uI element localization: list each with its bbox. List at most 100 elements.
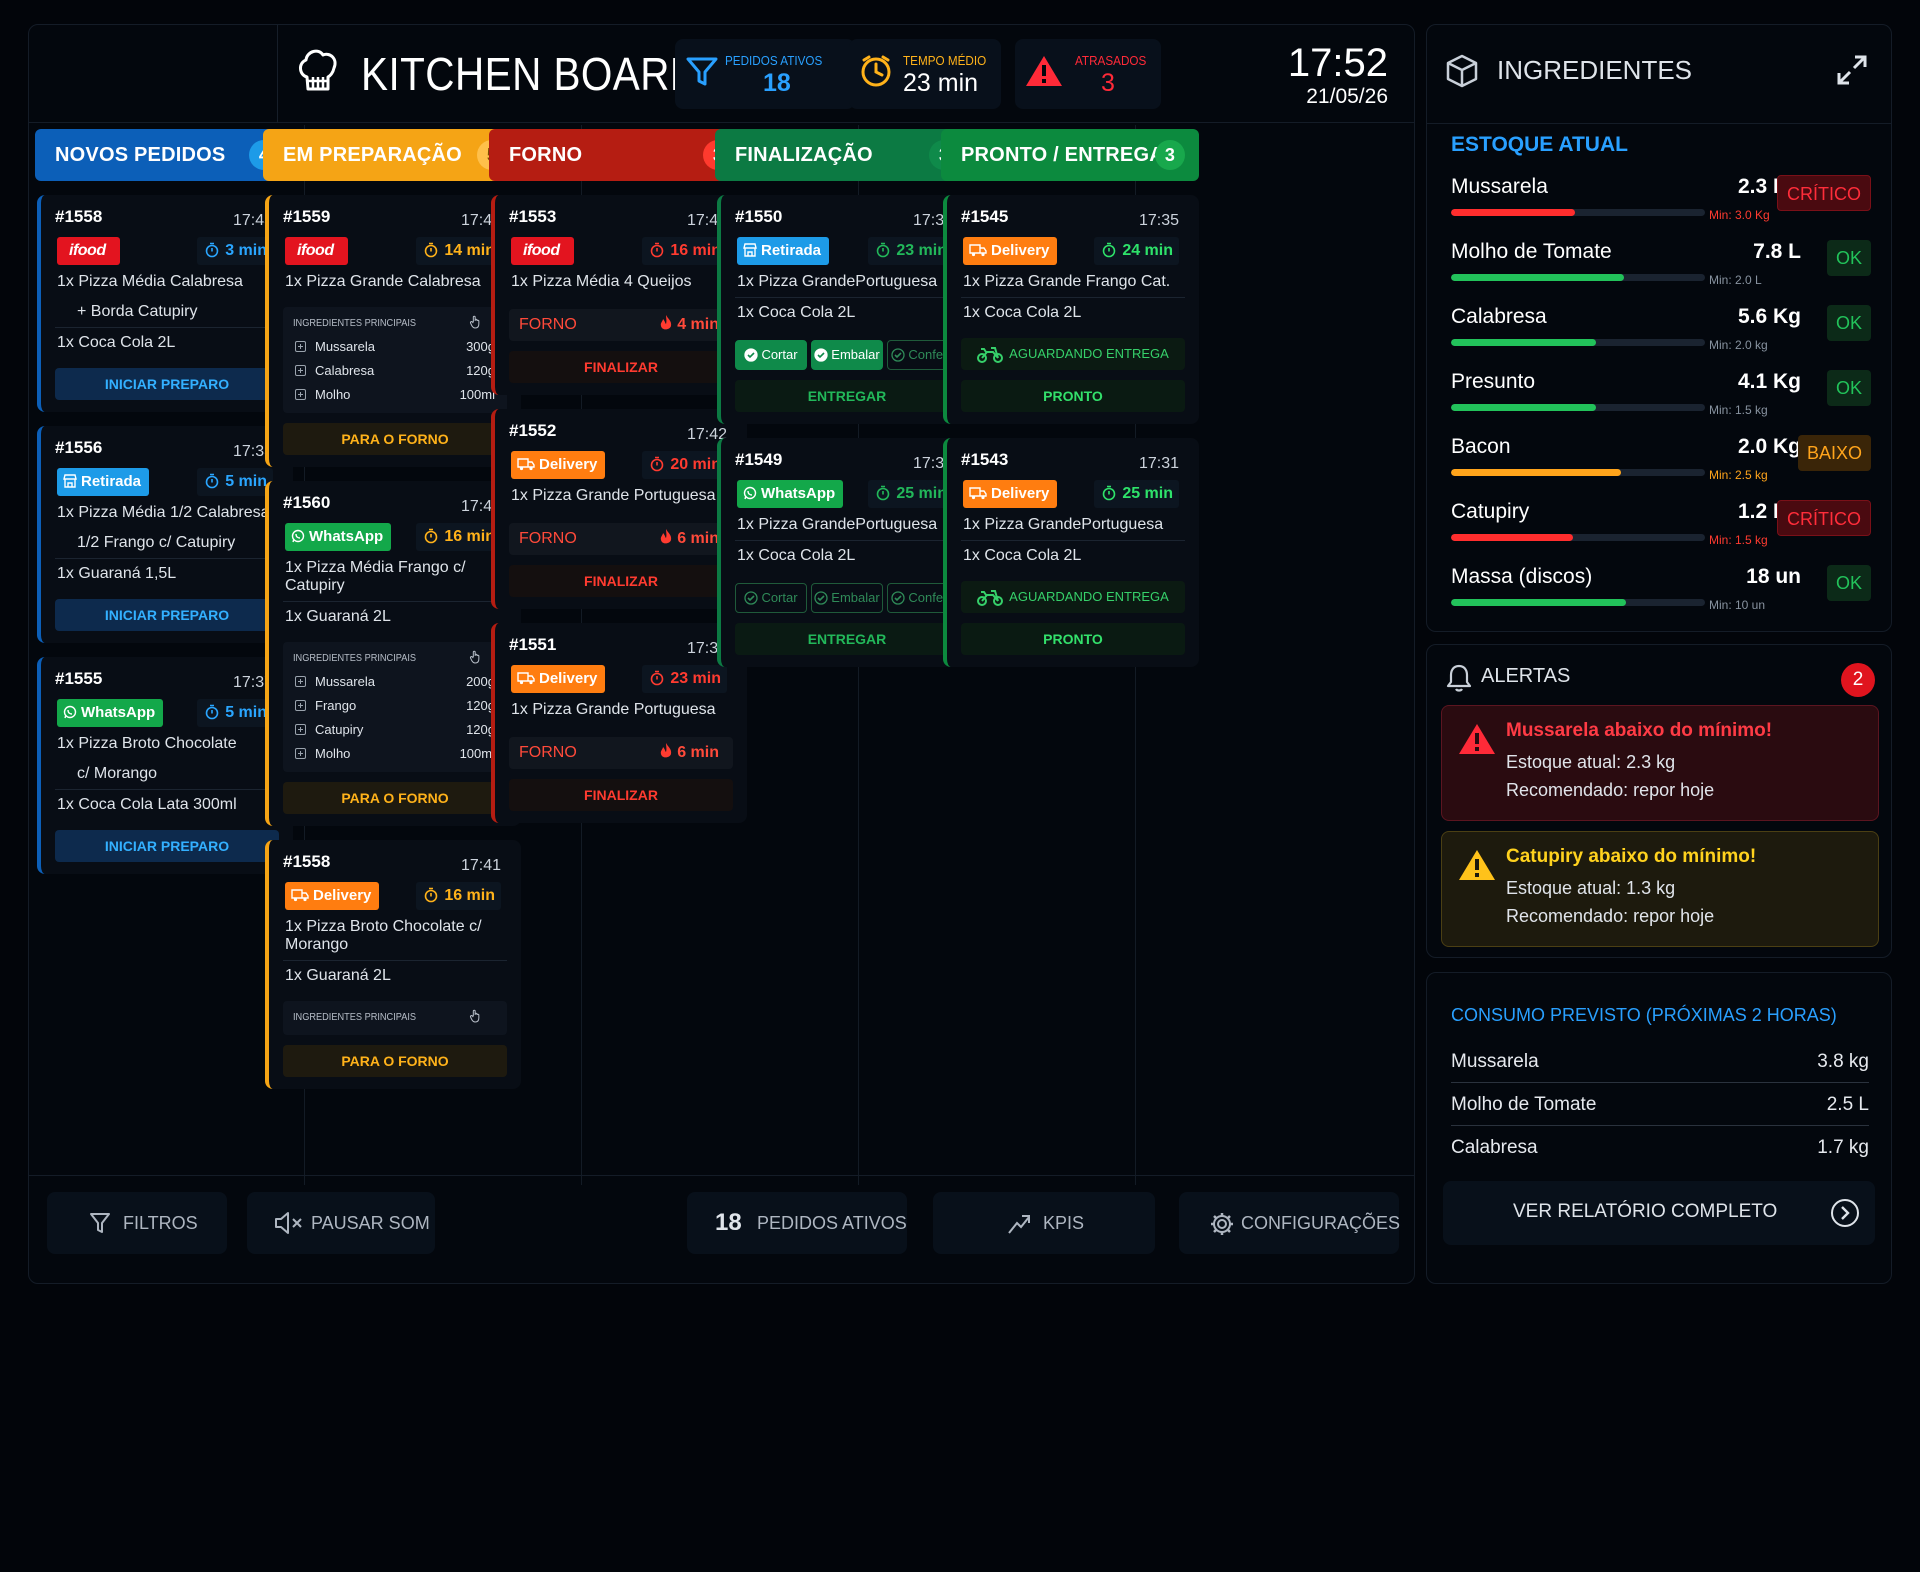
ingredients-box[interactable]: INGREDIENTES PRINCIPAIS Mussarela 300g Cala… (283, 307, 507, 413)
consumption-value: 1.7 kg (1817, 1137, 1869, 1158)
consumption-name: Mussarela (1451, 1051, 1539, 1072)
order-card[interactable]: #1560 17:45 WhatsApp 16 min 1x Pizza Média F… (265, 481, 521, 826)
card-action-button[interactable]: PRONTO (961, 623, 1185, 655)
order-card[interactable]: #1550 17:37 Retirada 23 min 1x Pizza GrandeP… (717, 195, 973, 424)
page-title: KITCHEN BOARD (361, 48, 700, 100)
column-header: FORNO3 (489, 129, 747, 181)
ingredients-panel: INGREDIENTES ESTOQUE ATUAL Mussarela 2.3 … (1426, 24, 1892, 632)
alert-card[interactable]: Mussarela abaixo do mínimo! Estoque atua… (1441, 705, 1879, 821)
stat-value: 23 min (903, 69, 979, 97)
stock-level-fill (1451, 599, 1627, 606)
check-label: Cortar (761, 347, 798, 362)
oven-label: FORNO (519, 744, 577, 761)
card-action-button[interactable]: INICIAR PREPARO (55, 599, 279, 631)
source-label: ifood (523, 242, 560, 259)
warning-icon (1025, 54, 1063, 88)
delivery-status: AGUARDANDO ENTREGA (961, 581, 1185, 613)
card-action-button[interactable]: FINALIZAR (509, 779, 733, 811)
check-cortar[interactable]: Cortar (735, 340, 807, 370)
order-meta: Delivery 25 min (961, 480, 1185, 510)
source-label: WhatsApp (761, 485, 836, 502)
order-card[interactable]: #1545 17:35 Delivery 24 min 1x Pizza Grande … (943, 195, 1199, 424)
check-embalar[interactable]: Embalar (811, 583, 883, 613)
settings-button[interactable]: CONFIGURAÇÕES (1179, 1192, 1400, 1254)
truck-icon (291, 887, 313, 904)
stock-level-fill (1451, 339, 1596, 346)
order-card[interactable]: #1543 17:31 Delivery 25 min 1x Pizza GrandeP… (943, 438, 1199, 667)
stock-status-badge: OK (1826, 370, 1871, 406)
stock-minimum: Min: 2.0 L (1709, 273, 1762, 287)
consumption-name: Calabresa (1451, 1137, 1538, 1158)
timer-value: 3 min (225, 242, 267, 259)
card-action-button[interactable]: PRONTO (961, 380, 1185, 412)
check-embalar[interactable]: Embalar (811, 340, 883, 370)
card-action-button[interactable]: INICIAR PREPARO (55, 368, 279, 400)
card-action-button[interactable]: ENTREGAR (735, 380, 959, 412)
source-badge-ifood: ifood (511, 237, 574, 265)
card-action-button[interactable]: FINALIZAR (509, 351, 733, 383)
order-item: 1x Pizza Média 1/2 Calabresa (57, 504, 270, 521)
order-card[interactable]: #1553 17:45 ifood 16 min 1x Pizza Média 4 Qu… (491, 195, 747, 395)
order-meta: Retirada 23 min (735, 237, 959, 267)
column-title: FORNO (509, 144, 583, 166)
order-card[interactable]: #1555 17:37 WhatsApp 5 min 1x Pizza Broto Ch… (37, 657, 293, 874)
source-label: Delivery (539, 456, 598, 473)
stock-name: Bacon (1451, 435, 1511, 458)
mute-sound-button[interactable]: PAUSAR SOM (247, 1192, 435, 1254)
ingredients-title: INGREDIENTES (1497, 55, 1693, 85)
ingredients-box[interactable]: INGREDIENTES PRINCIPAIS (283, 1001, 507, 1035)
full-report-button[interactable]: VER RELATÓRIO COMPLETO (1443, 1181, 1875, 1245)
stock-minimum: Min: 2.0 kg (1709, 338, 1768, 352)
consumption-row: Molho de Tomate 2.5 L (1451, 1084, 1869, 1126)
plus-box-icon (295, 389, 306, 400)
source-label: Delivery (991, 242, 1050, 259)
expand-icon[interactable] (1835, 53, 1869, 87)
card-action-button[interactable]: INICIAR PREPARO (55, 830, 279, 862)
order-item: 1x Pizza GrandePortuguesa (735, 267, 959, 298)
order-card[interactable]: #1558 17:45 ifood 3 min 1x Pizza Média Calab… (37, 195, 293, 412)
column-header: NOVOS PEDIDOS4 (35, 129, 293, 181)
order-time: 17:31 (1138, 455, 1179, 472)
consumption-panel: CONSUMO PREVISTO (PRÓXIMAS 2 HORAS) Muss… (1426, 972, 1892, 1284)
timer-value: 24 min (1122, 242, 1173, 259)
active-orders-counter[interactable]: 18 PEDIDOS ATIVOS (687, 1192, 907, 1254)
oven-timer: 6 min (659, 523, 719, 555)
source-badge-whatsapp: WhatsApp (57, 699, 164, 727)
check-circle-icon (814, 590, 831, 605)
ingredients-box[interactable]: INGREDIENTES PRINCIPAIS Mussarela 200g Fran… (283, 642, 507, 772)
alert-card[interactable]: Catupiry abaixo do mínimo! Estoque atual… (1441, 831, 1879, 947)
check-circle-icon (744, 590, 761, 605)
check-circle-icon (814, 347, 831, 362)
motorcycle-icon (977, 346, 1009, 363)
order-item: 1x Pizza Média Frango c/ Catupiry (283, 553, 507, 602)
order-card[interactable]: #1558 17:41 Delivery 16 min 1x Pizza Broto C… (265, 840, 521, 1089)
timer-value: 5 min (225, 473, 267, 490)
card-action-button[interactable]: ENTREGAR (735, 623, 959, 655)
order-card[interactable]: #1551 17:39 Delivery 23 min 1x Pizza Grande … (491, 623, 747, 823)
delivery-status-label: AGUARDANDO ENTREGA (1009, 589, 1169, 604)
stock-name: Presunto (1451, 370, 1536, 393)
order-card[interactable]: #1552 17:42 Delivery 20 min 1x Pizza Grande … (491, 409, 747, 609)
ingredient-name: Frango (315, 698, 357, 713)
order-card[interactable]: #1559 17:45 ifood 14 min 1x Pizza Grande Cal… (265, 195, 521, 467)
consumption-row: Calabresa 1.7 kg (1451, 1127, 1869, 1169)
truck-icon (517, 456, 539, 473)
oven-label: FORNO (519, 316, 577, 333)
timer-value: 16 min (444, 887, 495, 904)
card-action-button[interactable]: PARA O FORNO (283, 423, 507, 455)
column-title: PRONTO / ENTREGA (961, 144, 1164, 166)
order-card[interactable]: #1556 17:35 Retirada 5 min 1x Pizza Média 1/… (37, 426, 293, 643)
stock-value: 4.1 Kg (1737, 370, 1801, 393)
store-icon (63, 473, 81, 490)
kpis-button[interactable]: KPIS (933, 1192, 1155, 1254)
stock-level-fill (1451, 469, 1622, 476)
card-action-button[interactable]: FINALIZAR (509, 565, 733, 597)
card-action-button[interactable]: PARA O FORNO (283, 782, 507, 814)
oven-status: FORNO 6 min (509, 737, 733, 769)
card-action-button[interactable]: PARA O FORNO (283, 1045, 507, 1077)
filters-button[interactable]: FILTROS (47, 1192, 227, 1254)
order-card[interactable]: #1549 17:35 WhatsApp 25 min 1x Pizza GrandeP… (717, 438, 973, 667)
check-cortar[interactable]: Cortar (735, 583, 807, 613)
stock-status-badge: CRÍTICO (1777, 175, 1871, 211)
whatsapp-icon (743, 485, 761, 502)
